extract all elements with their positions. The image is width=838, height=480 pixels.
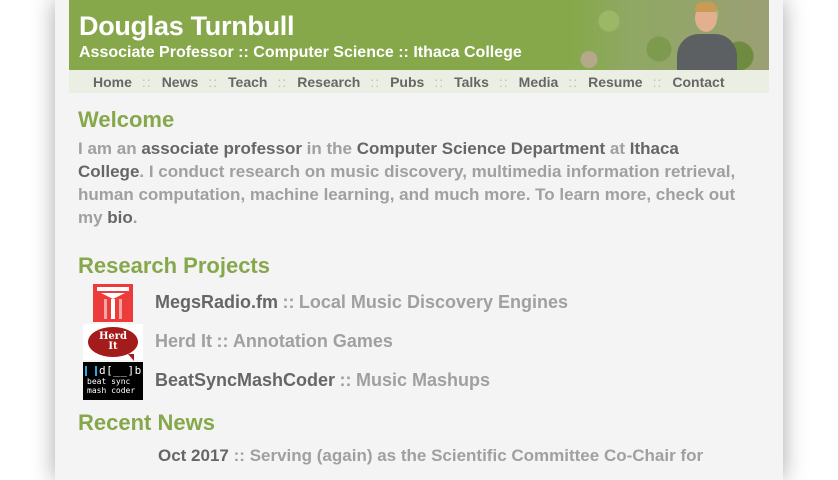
news-separator: :: — [233, 446, 245, 465]
nav-separator: :: — [208, 73, 219, 90]
nav-resume-link[interactable]: Resume — [588, 74, 642, 90]
project-separator: :: — [216, 331, 229, 351]
beatsync-logo-text: beat sync — [87, 376, 131, 386]
profile-photo-body — [677, 34, 737, 70]
nav-contact-link[interactable]: Contact — [672, 74, 724, 90]
nav-talks-link[interactable]: Talks — [454, 74, 489, 90]
nav-separator: :: — [568, 73, 579, 90]
project-description: Music Mashups — [355, 370, 490, 390]
site-header: Douglas Turnbull Associate Professor :: … — [69, 0, 769, 70]
nav-news-link[interactable]: News — [162, 74, 199, 90]
nav-home-link[interactable]: Home — [93, 74, 132, 90]
nav-separator: :: — [652, 73, 663, 90]
recent-news-heading: Recent News — [78, 410, 215, 435]
nav-teach-link[interactable]: Teach — [228, 74, 267, 90]
news-text-link[interactable]: Serving (again) as the Scientific Commit… — [250, 446, 703, 465]
news-item: Oct 2017 :: Serving (again) as the Scien… — [158, 446, 769, 466]
bio-link[interactable]: bio — [107, 208, 133, 227]
news-date: Oct 2017 — [158, 446, 229, 465]
project-name-link[interactable]: Herd It — [155, 331, 212, 352]
main-nav: Home :: News :: Teach :: Research :: Pub… — [69, 70, 769, 93]
site-subtitle: Associate Professor :: Computer Science … — [79, 44, 522, 61]
project-description: Annotation Games — [232, 331, 393, 351]
project-description: Local Music Discovery Engines — [298, 292, 569, 312]
herd-it-logo-text: It — [108, 340, 118, 352]
intro-text: . I conduct research on music discovery,… — [78, 162, 736, 227]
nav-research-link[interactable]: Research — [297, 74, 360, 90]
nav-separator: :: — [370, 73, 381, 90]
intro-text: . — [132, 208, 138, 227]
megsradio-logo-icon[interactable] — [83, 283, 143, 322]
nav-separator: :: — [277, 73, 288, 90]
research-projects-heading: Research Projects — [78, 253, 270, 278]
intro-text: in the — [301, 139, 357, 158]
herd-it-logo-icon[interactable]: Herd It — [83, 323, 143, 361]
nav-media-link[interactable]: Media — [519, 74, 559, 90]
nav-separator: :: — [498, 73, 509, 90]
cs-department-link[interactable]: Computer Science Department — [357, 139, 605, 158]
nav-separator: :: — [141, 73, 152, 90]
welcome-heading: Welcome — [78, 107, 175, 132]
project-name-link[interactable]: BeatSyncMashCoder — [155, 370, 335, 391]
site-title: Douglas Turnbull — [79, 11, 295, 41]
nav-separator: :: — [434, 73, 445, 90]
waveform-icon — [85, 365, 97, 376]
project-name-link[interactable]: MegsRadio.fm — [155, 292, 278, 313]
intro-text: I am an — [78, 139, 142, 158]
project-separator: :: — [282, 292, 295, 312]
profile-photo-hair — [695, 2, 717, 12]
profile-photo — [671, 0, 743, 70]
associate-professor-link[interactable]: associate professor — [141, 139, 302, 158]
main-content: Welcome I am an associate professor in t… — [69, 107, 769, 466]
page-container: Douglas Turnbull Associate Professor :: … — [69, 0, 769, 480]
beatsync-logo-icon[interactable]: d[__]b beat sync mash coder — [83, 361, 143, 400]
project-separator: :: — [339, 370, 352, 390]
herd-it-logo-text: Herd — [98, 330, 128, 342]
intro-text: at — [605, 139, 630, 158]
beatsync-logo-text: mash coder — [87, 385, 136, 395]
nav-pubs-link[interactable]: Pubs — [390, 74, 424, 90]
project-item-herd-it: Herd It Herd It :: Annotation Games — [78, 322, 769, 361]
project-item-beatsync: d[__]b beat sync mash coder BeatSyncMash… — [78, 361, 769, 400]
welcome-paragraph: I am an associate professor in the Compu… — [78, 137, 738, 229]
project-item-megsradio: MegsRadio.fm :: Local Music Discovery En… — [78, 283, 769, 322]
